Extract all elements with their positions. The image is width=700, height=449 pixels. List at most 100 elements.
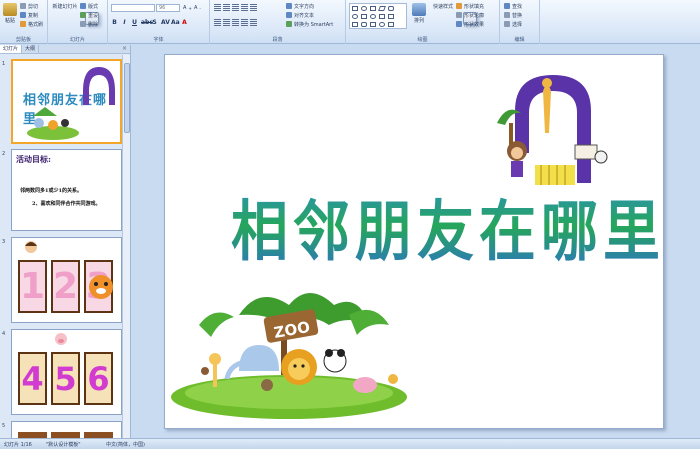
slide-number: 1 xyxy=(2,61,6,67)
delete-icon xyxy=(80,21,86,27)
pen-icon xyxy=(456,12,462,18)
shrink-font-button[interactable]: A- xyxy=(194,4,201,12)
slide-title[interactable]: 相邻朋友在哪里 xyxy=(231,179,665,273)
binoculars-icon xyxy=(504,3,510,9)
paste-button[interactable]: 粘贴 xyxy=(2,3,18,24)
quick-styles-button[interactable]: 快速样式 xyxy=(430,3,477,25)
grow-font-button[interactable]: A + xyxy=(183,4,192,12)
smartart-icon xyxy=(286,21,292,27)
slide-canvas: 相邻朋友在哪里 ZOO xyxy=(131,45,700,438)
shape-fill-button[interactable]: 形状填充 xyxy=(456,2,484,10)
tab-outline[interactable]: 大纲 xyxy=(22,45,40,53)
select-button[interactable]: 选择 xyxy=(504,20,522,28)
outdent-icon[interactable] xyxy=(232,4,239,11)
ribbon: 粘贴 剪切 复制 格式刷 剪贴板 新建幻灯片 版式 重设 删除 幻灯片 96 A… xyxy=(0,0,700,44)
align-text-button[interactable]: 对齐文本 xyxy=(286,11,314,19)
zoo-scene-picture: ZOO xyxy=(171,293,407,419)
format-painter-button[interactable]: 格式刷 xyxy=(20,20,43,28)
smartart-button[interactable]: 转换为 SmartArt xyxy=(286,20,333,28)
effects-icon xyxy=(456,21,462,27)
scrollbar-thumb[interactable] xyxy=(124,63,130,133)
drawing-group: 排列 快速样式 形状填充 形状轮廓 形状效果 绘图 xyxy=(346,0,500,44)
number-card: 2 xyxy=(51,260,80,313)
italic-button[interactable]: I xyxy=(121,19,128,26)
align-text-icon xyxy=(286,12,292,18)
slide-position: 幻灯片 1/16 xyxy=(4,442,32,448)
shape-outline-button[interactable]: 形状轮廓 xyxy=(456,11,484,19)
slide-thumbnail-1[interactable]: 相邻朋友在哪里 xyxy=(11,59,122,144)
bold-button[interactable]: B xyxy=(111,19,118,26)
align-center-icon[interactable] xyxy=(223,19,230,26)
pig-picture xyxy=(55,333,67,345)
layout-button[interactable]: 版式 xyxy=(80,2,98,10)
editing-label: 编辑 xyxy=(514,37,525,43)
number-card: 4 xyxy=(18,352,47,405)
theme-name[interactable]: "默认设计模板" xyxy=(46,441,81,448)
language-indicator[interactable]: 中文(简体，中国) xyxy=(106,441,145,448)
arrange-icon xyxy=(412,3,426,16)
slides-group: 新建幻灯片 版式 重设 删除 幻灯片 xyxy=(48,0,108,44)
text-direction-button[interactable]: 文字方向 xyxy=(286,2,314,10)
font-size-field[interactable]: 96 xyxy=(156,4,180,12)
arrange-button[interactable]: 排列 xyxy=(410,3,428,24)
case-button[interactable]: Aa xyxy=(171,19,180,26)
delete-slide-button[interactable]: 删除 xyxy=(80,20,98,28)
copy-icon xyxy=(20,12,26,18)
align-left-icon[interactable] xyxy=(214,19,221,26)
cut-button[interactable]: 剪切 xyxy=(20,2,38,10)
tab-slides[interactable]: 幻灯片 xyxy=(0,45,23,53)
panel-tabs: 幻灯片 大纲 × xyxy=(0,45,130,54)
slide-number: 2 xyxy=(2,151,6,157)
paragraph-label: 段落 xyxy=(272,37,283,43)
align-right-icon[interactable] xyxy=(232,19,239,26)
underline-button[interactable]: U xyxy=(131,19,138,26)
number-card: 5 xyxy=(51,352,80,405)
thumb-line: 邻两数同多1或少1的关系。 xyxy=(20,188,82,194)
list-row xyxy=(214,4,257,11)
number-card: 1 xyxy=(18,260,47,313)
slide-thumbnail-2[interactable]: 活动目标: 邻两数同多1或少1的关系。 2、喜欢和同伴合作共同游戏。 xyxy=(11,149,122,231)
slides-label: 幻灯片 xyxy=(69,37,85,43)
spacing-button[interactable]: AV xyxy=(161,19,170,26)
drawing-label: 绘图 xyxy=(417,37,428,43)
slide-thumbnail-4[interactable]: 4 5 6 xyxy=(11,329,122,415)
align-row xyxy=(214,19,257,26)
find-button[interactable]: 查找 xyxy=(504,2,522,10)
bullets-icon[interactable] xyxy=(214,4,221,11)
zoo-animals-picture xyxy=(27,67,115,140)
slide-number: 3 xyxy=(2,239,6,245)
thumb-heading: 活动目标: xyxy=(16,154,51,164)
reset-button[interactable]: 重设 xyxy=(80,11,98,19)
font-group: 96 A + A- B I U abc S AV Aa A 字体 xyxy=(108,0,210,44)
copy-button[interactable]: 复制 xyxy=(20,11,38,19)
scissors-icon xyxy=(20,3,26,9)
slide-panel: 幻灯片 大纲 × 1 相邻朋友在哪里 2 活动目标: 邻两数同多1或少1的关系。… xyxy=(0,45,131,449)
indent-icon[interactable] xyxy=(241,4,248,11)
line-spacing-icon[interactable] xyxy=(250,4,257,11)
strike-button[interactable]: abc xyxy=(141,19,153,26)
paste-icon xyxy=(3,3,17,16)
current-slide[interactable]: 相邻朋友在哪里 ZOO xyxy=(164,54,664,429)
justify-icon[interactable] xyxy=(241,19,248,26)
text-direction-icon xyxy=(286,3,292,9)
slide-number: 4 xyxy=(2,331,6,337)
girl-picture xyxy=(25,241,37,253)
shapes-gallery[interactable] xyxy=(349,3,407,29)
panel-scrollbar[interactable] xyxy=(122,55,130,438)
new-slide-button[interactable]: 新建幻灯片 xyxy=(52,3,99,25)
clipboard-label: 剪贴板 xyxy=(15,37,31,43)
paint-bucket-icon xyxy=(456,3,462,9)
slide-thumbnail-3[interactable]: 1 2 3 xyxy=(11,237,122,323)
columns-icon[interactable] xyxy=(250,19,257,26)
font-color-button[interactable]: A xyxy=(181,19,188,26)
numbering-icon[interactable] xyxy=(223,4,230,11)
font-name-field[interactable] xyxy=(111,4,155,12)
number-card: 6 xyxy=(84,352,113,405)
shape-effects-button[interactable]: 形状效果 xyxy=(456,20,484,28)
paragraph-group: 文字方向 对齐文本 转换为 SmartArt 段落 xyxy=(210,0,346,44)
shadow-button[interactable]: S xyxy=(151,19,158,26)
replace-button[interactable]: 替换 xyxy=(504,11,522,19)
slide-number: 5 xyxy=(2,423,6,429)
close-icon[interactable]: × xyxy=(122,45,130,53)
cursor-icon xyxy=(504,21,510,27)
